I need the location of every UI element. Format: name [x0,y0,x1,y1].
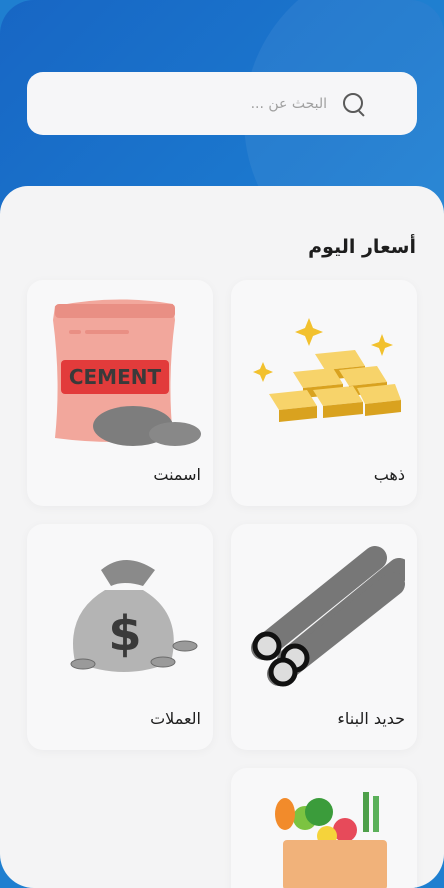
card-label-rebar: حديد البناء [337,709,405,728]
vegetables-basket-icon [275,792,387,888]
card-cement[interactable]: CEMENT اسمنت [27,280,213,506]
search-input[interactable] [27,95,327,112]
card-label-gold: ذهب [373,465,405,484]
card-rebar[interactable]: حديد البناء [231,524,417,750]
app-screen: أسعار اليوم ذهب CEMENT [0,0,444,888]
card-vegetables[interactable] [231,768,417,888]
card-currency[interactable]: $ العملات [27,524,213,750]
dollar-sign: $ [108,606,141,662]
section-title: أسعار اليوم [308,236,416,258]
money-bag-icon: $ [70,560,198,672]
card-gold[interactable]: ذهب [231,280,417,506]
search-bar[interactable] [27,72,417,135]
steel-rebar-icon [251,546,405,687]
gold-bars-icon [253,318,401,422]
cement-bag-icon: CEMENT [53,299,201,446]
search-icon[interactable] [341,91,367,117]
cement-text: CEMENT [69,365,162,389]
card-label-cement: اسمنت [153,465,201,484]
card-label-currency: العملات [150,709,201,728]
